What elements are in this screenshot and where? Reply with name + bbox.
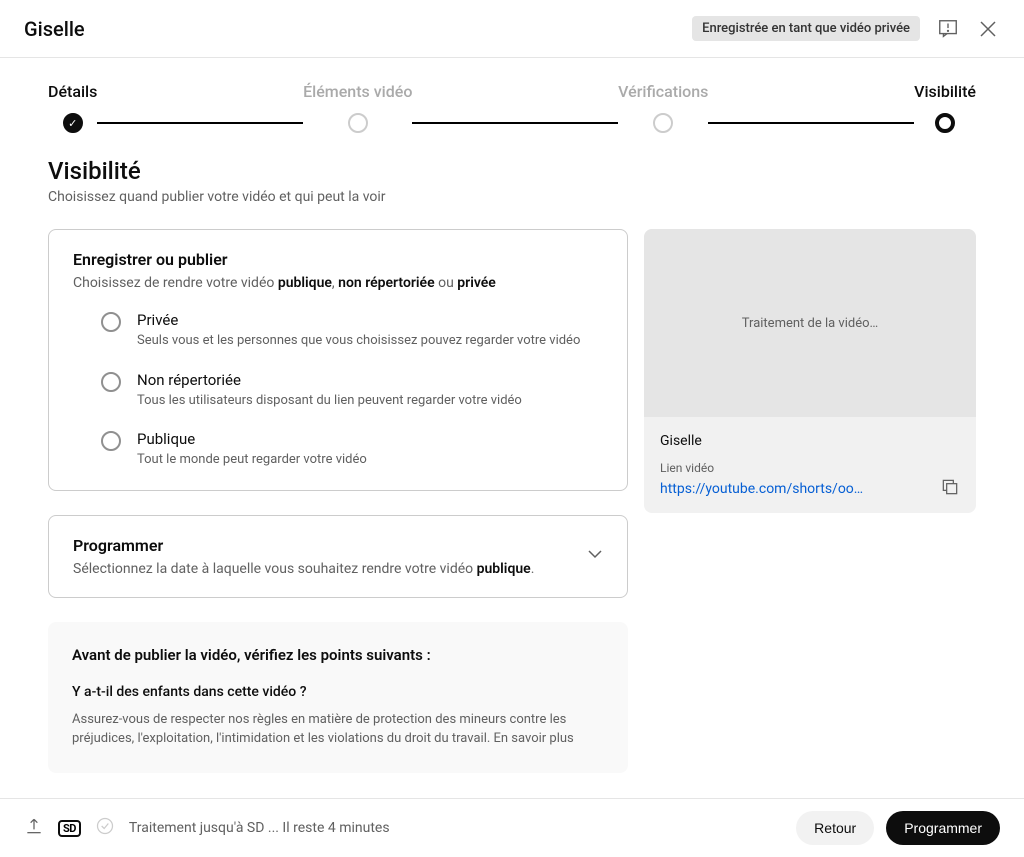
save-publish-card: Enregistrer ou publier Choisissez de ren… <box>48 229 628 491</box>
processing-check-icon <box>95 816 115 840</box>
step-visibility[interactable]: Visibilité <box>914 82 976 133</box>
checklist-question: Y a-t-il des enfants dans cette vidéo ? <box>72 684 604 700</box>
sd-badge: SD <box>58 820 81 837</box>
radio-unlisted[interactable]: Non répertoriée Tous les utilisateurs di… <box>101 371 603 411</box>
radio-icon <box>101 431 121 451</box>
radio-icon <box>101 312 121 332</box>
preview-video-title: Giselle <box>660 433 960 449</box>
header-actions: Enregistrée en tant que vidéo privée <box>692 16 1000 41</box>
visibility-radio-group: Privée Seuls vous et les personnes que v… <box>73 311 603 470</box>
link-label: Lien vidéo <box>660 461 960 475</box>
radio-public[interactable]: Publique Tout le monde peut regarder vot… <box>101 430 603 470</box>
checklist-title: Avant de publier la vidéo, vérifiez les … <box>72 646 604 664</box>
card-title: Programmer <box>73 536 579 555</box>
radio-icon <box>101 372 121 392</box>
pre-publish-checklist: Avant de publier la vidéo, vérifiez les … <box>48 622 628 773</box>
step-dot-icon <box>653 113 673 133</box>
dialog-footer: SD Traitement jusqu'à SD ... Il reste 4 … <box>0 798 1024 857</box>
upload-stepper: Détails Éléments vidéo Vérifications Vis… <box>0 58 1024 157</box>
upload-icon <box>24 816 44 840</box>
processing-status: Traitement jusqu'à SD ... Il reste 4 min… <box>129 820 390 836</box>
main-content: Visibilité Choisissez quand publier votr… <box>0 157 1024 777</box>
step-details[interactable]: Détails <box>48 82 97 133</box>
card-title: Enregistrer ou publier <box>73 250 603 269</box>
step-connector <box>97 122 303 124</box>
video-link[interactable]: https://youtube.com/shorts/oo… <box>660 481 932 497</box>
step-dot-icon <box>935 113 955 133</box>
page-subtitle: Choisissez quand publier votre vidéo et … <box>48 189 976 205</box>
card-description: Choisissez de rendre votre vidéo publiqu… <box>73 275 603 291</box>
schedule-button[interactable]: Programmer <box>886 811 1000 845</box>
privacy-badge: Enregistrée en tant que vidéo privée <box>692 16 920 41</box>
check-icon <box>63 113 83 133</box>
close-icon[interactable] <box>976 17 1000 41</box>
copy-icon[interactable] <box>940 477 960 497</box>
step-checks[interactable]: Vérifications <box>618 82 708 133</box>
video-title: Giselle <box>24 17 85 41</box>
dialog-header: Giselle Enregistrée en tant que vidéo pr… <box>0 0 1024 58</box>
checklist-text: Assurez-vous de respecter nos règles en … <box>72 710 604 749</box>
chevron-down-icon <box>583 542 607 570</box>
feedback-icon[interactable] <box>936 17 960 41</box>
step-connector <box>412 122 618 124</box>
video-preview-card: Traitement de la vidéo… Giselle Lien vid… <box>644 229 976 513</box>
step-connector <box>708 122 914 124</box>
step-dot-icon <box>348 113 368 133</box>
step-elements[interactable]: Éléments vidéo <box>303 82 412 133</box>
video-thumbnail: Traitement de la vidéo… <box>644 229 976 417</box>
radio-private[interactable]: Privée Seuls vous et les personnes que v… <box>101 311 603 351</box>
back-button[interactable]: Retour <box>796 811 874 845</box>
page-title: Visibilité <box>48 157 976 185</box>
card-description: Sélectionnez la date à laquelle vous sou… <box>73 561 579 577</box>
schedule-card[interactable]: Programmer Sélectionnez la date à laquel… <box>48 515 628 598</box>
